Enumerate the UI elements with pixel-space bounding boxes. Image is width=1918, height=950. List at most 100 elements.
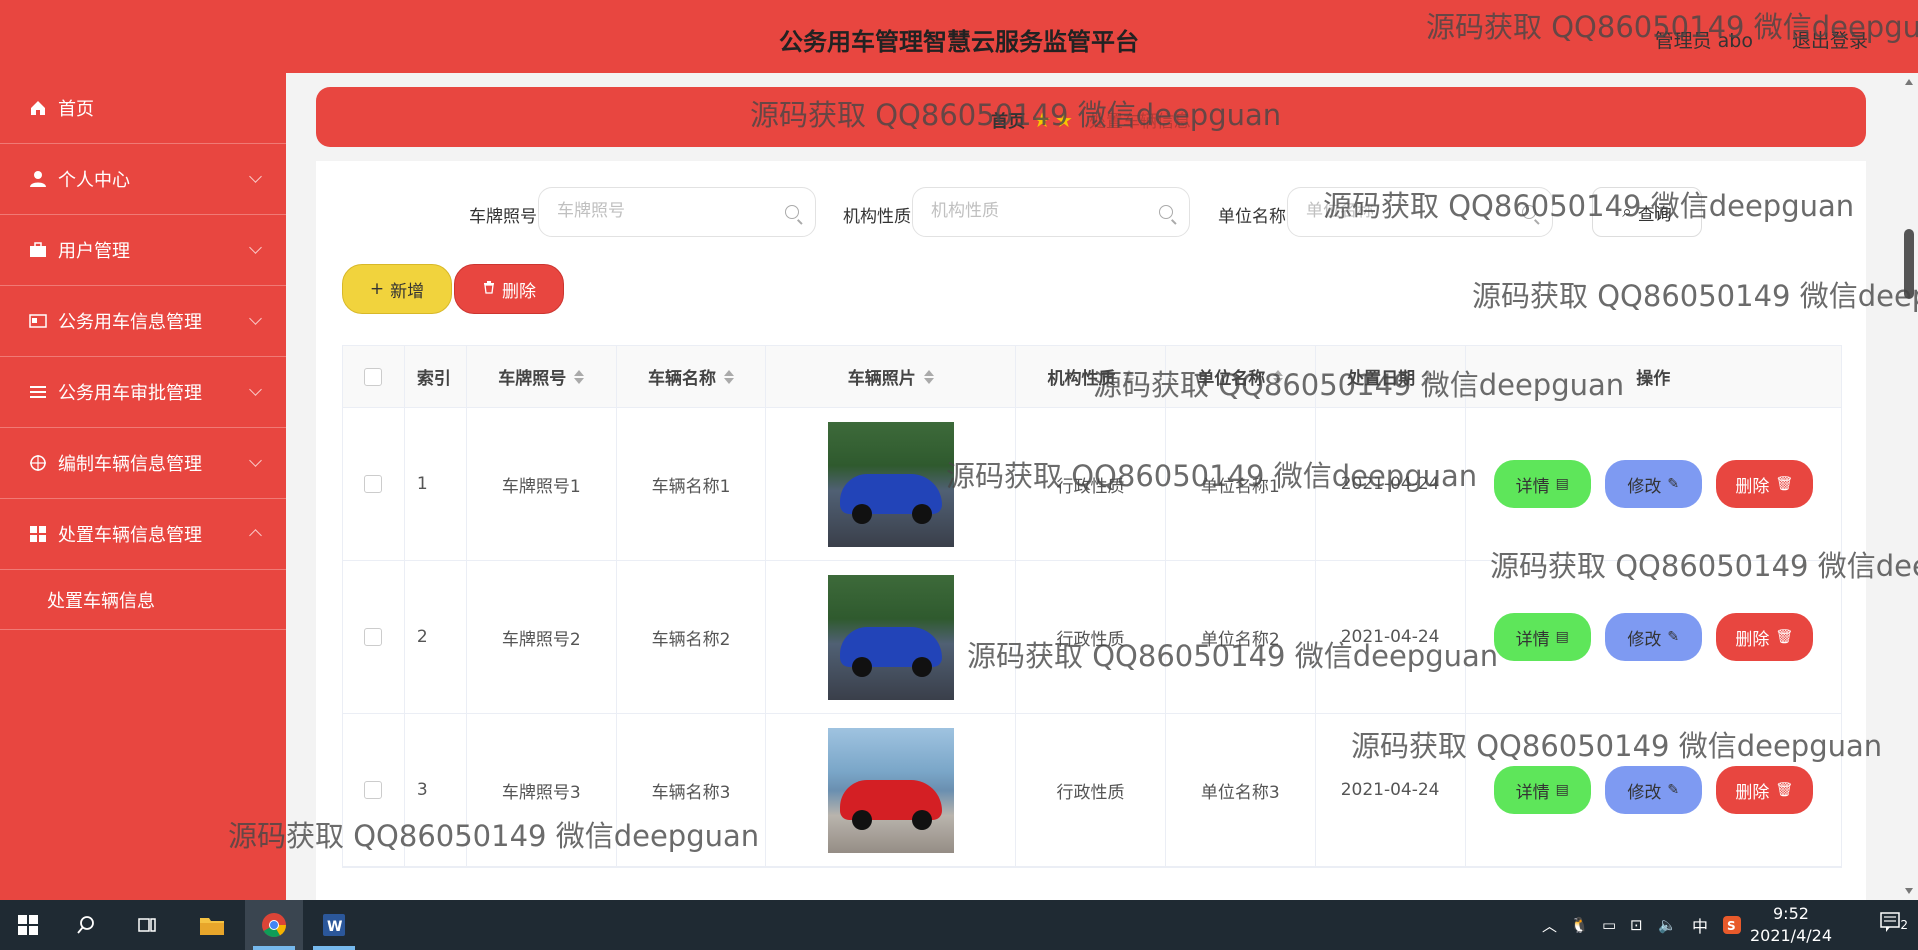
sidebar-item-staffed-vehicles[interactable]: 编制车辆信息管理 [0, 428, 286, 499]
windows-start-icon[interactable] [12, 909, 44, 941]
cell-index: 3 [405, 714, 467, 866]
trash-icon: 🗑 [1775, 476, 1794, 492]
query-button[interactable]: ⌕ 查询 [1592, 187, 1702, 237]
unit-input[interactable] [1288, 188, 1508, 234]
sidebar-item-vehicle-info[interactable]: 公务用车信息管理 [0, 286, 286, 357]
card-icon [28, 311, 48, 331]
task-view-icon[interactable] [131, 909, 163, 941]
chevron-up-icon [249, 529, 262, 542]
sidebar-subitem-disposal-info[interactable]: 处置车辆信息 [0, 570, 286, 630]
ime-indicator[interactable]: 中 [1692, 900, 1708, 950]
breadcrumb-bar: 首页 ★ ★ 处置车辆信息 [316, 87, 1866, 147]
col-plate-label: 车牌照号 [498, 369, 567, 389]
sidebar-item-home[interactable]: 首页 [0, 73, 286, 144]
cell-index: 1 [405, 408, 467, 560]
col-date[interactable]: 处置日期 [1316, 346, 1466, 407]
trash-icon [482, 279, 496, 299]
org-field[interactable] [912, 187, 1190, 237]
delete-button[interactable]: 删除 🗑 [1715, 460, 1813, 508]
detail-button[interactable]: 详情 ▤ [1493, 613, 1591, 661]
tray-chevron-icon[interactable]: ︿ [1542, 900, 1557, 950]
active-app-indicator [253, 946, 295, 950]
vehicle-photo[interactable] [827, 421, 954, 547]
star-icon: ★ [1055, 108, 1073, 132]
detail-label: 详情 [1515, 629, 1550, 650]
query-label: 查询 [1637, 204, 1672, 225]
row-checkbox[interactable] [364, 781, 383, 799]
row-checkbox[interactable] [364, 475, 383, 493]
batch-delete-button[interactable]: 删除 [454, 264, 564, 314]
cell-unit: 单位名称3 [1166, 714, 1316, 866]
delete-button[interactable]: 删除 🗑 [1715, 613, 1813, 661]
list-icon [28, 382, 48, 402]
table-row: 3 车牌照号3 车辆名称3 行政性质 单位名称3 2021-04-24 详情 ▤ … [343, 714, 1841, 867]
input-method-icon[interactable]: S [1722, 900, 1742, 950]
delete-button[interactable]: 删除 🗑 [1715, 766, 1813, 814]
add-button[interactable]: + 新增 [342, 264, 452, 314]
clock-date: 2021/4/24 [1749, 926, 1832, 945]
row-checkbox[interactable] [364, 628, 383, 646]
chevron-down-icon [249, 241, 262, 254]
detail-button[interactable]: 详情 ▤ [1493, 766, 1591, 814]
sidebar-item-disposal-vehicles[interactable]: 处置车辆信息管理 [0, 499, 286, 570]
tray-app-icon[interactable]: 🐧 [1570, 900, 1589, 950]
plate-input[interactable] [539, 188, 759, 234]
pencil-icon: ✎ [1667, 782, 1680, 798]
vehicle-photo[interactable] [827, 727, 954, 853]
word-icon[interactable]: W [318, 909, 350, 941]
col-org[interactable]: 机构性质 [1016, 346, 1166, 407]
search-icon [785, 205, 799, 219]
plate-label: 车牌照号 [469, 207, 537, 227]
file-explorer-icon[interactable] [196, 909, 228, 941]
search-icon[interactable] [70, 909, 102, 941]
unit-field[interactable] [1287, 187, 1553, 237]
edit-button[interactable]: 修改 ✎ [1604, 460, 1702, 508]
edit-button[interactable]: 修改 ✎ [1604, 766, 1702, 814]
chevron-down-icon [249, 312, 262, 325]
chevron-down-icon [249, 454, 262, 467]
plate-field[interactable] [538, 187, 816, 237]
col-plate[interactable]: 车牌照号 [467, 346, 617, 407]
network-icon[interactable]: ⊡ [1630, 900, 1643, 950]
detail-button[interactable]: 详情 ▤ [1493, 460, 1591, 508]
chrome-icon[interactable] [258, 909, 290, 941]
svg-text:S: S [1727, 919, 1736, 933]
vehicle-photo[interactable] [827, 574, 954, 700]
main-content: 首页 ★★ 处置车辆信息 车牌照号 机构性质 单位名称 ⌕ 查询 [286, 73, 1900, 901]
document-icon: ▤ [1555, 782, 1569, 798]
vertical-scrollbar[interactable] [1900, 73, 1918, 900]
delete-label: 删除 [1735, 782, 1770, 803]
sidebar-item-user-management[interactable]: 用户管理 [0, 215, 286, 286]
sidebar-item-vehicle-approval[interactable]: 公务用车审批管理 [0, 357, 286, 428]
chevron-down-icon [249, 170, 262, 183]
clock[interactable]: 9:52 2021/4/24 [1750, 903, 1832, 947]
cell-org: 行政性质 [1016, 714, 1166, 866]
col-name[interactable]: 车辆名称 [617, 346, 767, 407]
col-unit[interactable]: 单位名称 [1166, 346, 1316, 407]
sidebar-item-personal-center[interactable]: 个人中心 [0, 144, 286, 215]
sidebar-item-label: 公务用车信息管理 [58, 312, 202, 333]
volume-icon[interactable]: 🔈 [1658, 900, 1677, 950]
org-label: 机构性质 [843, 207, 911, 227]
edit-button[interactable]: 修改 ✎ [1604, 613, 1702, 661]
row-select-cell [343, 561, 405, 713]
select-all-checkbox[interactable] [364, 367, 383, 386]
org-input[interactable] [913, 188, 1133, 234]
breadcrumb-home[interactable]: 首页 [991, 112, 1025, 132]
notification-count: 2 [1900, 918, 1908, 932]
cell-date: 2021-04-24 [1316, 714, 1466, 866]
logout-link[interactable]: 退出登录 [1792, 26, 1868, 53]
notification-center-icon[interactable]: 2 [1880, 912, 1908, 939]
grid-icon [28, 524, 48, 544]
battery-icon[interactable]: ▭ [1602, 900, 1616, 950]
sidebar-item-label: 用户管理 [58, 241, 130, 262]
pencil-icon: ✎ [1667, 629, 1680, 645]
col-photo[interactable]: 车辆照片 [766, 346, 1017, 407]
col-actions: 操作 [1636, 369, 1671, 389]
cell-plate: 车牌照号2 [467, 561, 617, 713]
scroll-up-icon[interactable] [1905, 79, 1913, 85]
table-row: 2 车牌照号2 车辆名称2 行政性质 单位名称2 2021-04-24 详情 ▤ … [343, 561, 1841, 714]
scrollbar-thumb[interactable] [1904, 229, 1914, 299]
scroll-down-icon[interactable] [1905, 888, 1913, 894]
detail-label: 详情 [1515, 476, 1550, 497]
